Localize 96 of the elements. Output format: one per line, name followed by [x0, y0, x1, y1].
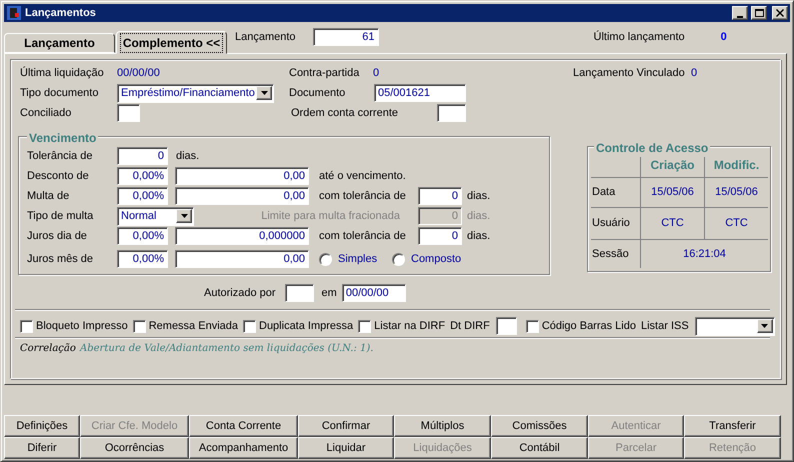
correlation-text: Abertura de Vale/Adiantamento sem liquidações (U.N.: 1).: [80, 342, 374, 356]
table-cell-text: 15/05/06: [715, 185, 758, 200]
input-field[interactable]: 0,00%: [117, 187, 168, 205]
maximize-icon[interactable]: [751, 6, 767, 20]
input-field[interactable]: 0: [418, 187, 462, 205]
field-label: Tipo documento: [20, 86, 100, 101]
dropdown[interactable]: [694, 316, 775, 336]
field-label: Listar ISS: [640, 318, 689, 334]
field-label: Último lançamento: [594, 30, 685, 45]
field-label: dias.: [467, 208, 490, 224]
checkbox-label[interactable]: Bloqueto Impresso: [36, 318, 128, 334]
table-cell-text: 16:21:04: [683, 246, 726, 262]
input-field[interactable]: 0,00: [175, 167, 309, 185]
checkbox[interactable]: [132, 320, 146, 332]
input-field[interactable]: 0,00%: [117, 250, 168, 268]
input-field[interactable]: 0: [418, 227, 462, 245]
input-field[interactable]: 0,000000: [175, 227, 309, 245]
checkbox[interactable]: [20, 320, 33, 332]
checkbox[interactable]: [243, 320, 256, 332]
field-label: Tolerância de: [27, 148, 94, 164]
field-label: com tolerância de: [319, 228, 407, 244]
column-header: Modific.: [714, 157, 760, 174]
action-button[interactable]: Definições: [4, 415, 80, 437]
field-label: em: [322, 286, 337, 301]
tab[interactable]: Lançamento: [4, 33, 115, 53]
input-field[interactable]: 0,00: [175, 187, 309, 205]
action-button[interactable]: Transferir: [684, 415, 781, 437]
row-label: Usuário: [592, 216, 630, 232]
field-label: Lançamento: [235, 30, 296, 45]
radio-label[interactable]: Composto: [411, 250, 462, 268]
value-text: 00/00/00: [117, 66, 161, 82]
action-button[interactable]: Conta Corrente: [189, 415, 298, 437]
action-button[interactable]: Liquidar: [298, 437, 394, 459]
checkbox[interactable]: [358, 320, 372, 332]
field-label: Limite para multa fracionada: [260, 208, 400, 224]
field-label: Dt DIRF: [450, 318, 490, 334]
action-button[interactable]: Acompanhamento: [189, 437, 298, 459]
field-label: Conciliado: [20, 106, 72, 121]
field-label: dias.: [467, 228, 490, 244]
action-button[interactable]: Múltiplos: [394, 415, 491, 437]
field-label: Tipo de multa: [27, 208, 94, 224]
column-header: Criação: [650, 157, 695, 174]
field-label: dias.: [467, 188, 490, 204]
checkbox-label[interactable]: Duplicata Impressa: [259, 318, 354, 334]
action-button[interactable]: Ocorrências: [80, 437, 189, 459]
input-field: 0: [418, 207, 462, 225]
checkbox-label[interactable]: Remessa Enviada: [148, 318, 238, 334]
field-label: Lançamento Vinculado: [573, 66, 686, 82]
radio-button[interactable]: [319, 252, 332, 266]
input-field[interactable]: 00/00/00: [342, 284, 406, 302]
field-label: Desconto de: [27, 168, 90, 184]
close-icon[interactable]: [772, 6, 788, 20]
row-label: Sessão: [592, 246, 629, 262]
app-icon: [6, 5, 22, 21]
window-title: Lançamentos: [25, 6, 97, 21]
input-field[interactable]: 0,00%: [117, 167, 168, 185]
table-cell-text: CTC: [725, 216, 748, 232]
field-label: Juros dia de: [27, 228, 88, 244]
checkbox[interactable]: [526, 320, 539, 332]
field-label: Documento: [289, 86, 346, 101]
field-label: Juros mês de: [27, 252, 94, 267]
action-button[interactable]: Contábil: [491, 437, 588, 459]
field-label: até o vencimento.: [319, 168, 406, 184]
value-text: 0: [720, 30, 727, 45]
field-label: Ordem conta corrente: [291, 106, 399, 121]
field-label: Multa de: [27, 188, 70, 204]
action-button[interactable]: Comissões: [491, 415, 588, 437]
input-field[interactable]: 05/001621: [374, 84, 466, 102]
input-field[interactable]: [496, 317, 517, 335]
input-field[interactable]: 0: [117, 147, 168, 165]
input-field[interactable]: 0,00: [175, 250, 309, 268]
input-field[interactable]: [284, 284, 314, 302]
field-label: Correlação: [20, 342, 77, 356]
field-label: com tolerância de: [319, 188, 407, 204]
radio-label[interactable]: Simples: [338, 250, 392, 268]
field-label: dias.: [176, 148, 200, 164]
checkbox-label[interactable]: Código Barras Lido: [542, 318, 636, 334]
row-label: Data: [592, 185, 616, 200]
action-button[interactable]: Confirmar: [298, 415, 394, 437]
value-text: 0: [691, 66, 698, 82]
tab[interactable]: Complemento <<: [116, 31, 227, 54]
action-button[interactable]: Diferir: [4, 437, 80, 459]
input-field[interactable]: [437, 104, 466, 122]
dropdown[interactable]: Empréstimo/Financiamento: [117, 84, 274, 102]
radio-button[interactable]: [392, 252, 405, 266]
table-cell-text: CTC: [661, 216, 684, 232]
field-label: Contra-partida: [289, 66, 360, 82]
table-cell-text: 15/05/06: [651, 185, 694, 200]
field-label: Última liquidação: [20, 66, 105, 82]
input-field[interactable]: 0,00%: [117, 227, 168, 245]
input-field[interactable]: 61: [312, 28, 379, 46]
value-text: 0: [373, 66, 380, 82]
minimize-icon[interactable]: [732, 6, 748, 20]
checkbox-label[interactable]: Listar na DIRF: [374, 318, 446, 334]
field-label: Autorizado por: [204, 286, 276, 301]
input-field[interactable]: [117, 104, 140, 122]
